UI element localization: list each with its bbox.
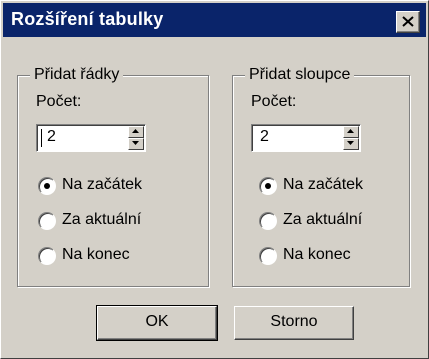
columns-radio-end[interactable] bbox=[259, 247, 277, 265]
close-button[interactable] bbox=[396, 11, 420, 33]
rows-count-decrement[interactable] bbox=[128, 138, 144, 150]
columns-count-decrement[interactable] bbox=[343, 138, 359, 150]
rows-radio-end[interactable] bbox=[38, 247, 56, 265]
window-title: Rozšíření tabulky bbox=[11, 9, 164, 29]
add-rows-group: Přidat řádky Počet: 2 Na začátek Za aktu… bbox=[17, 65, 209, 287]
add-columns-group: Přidat sloupce Počet: 2 Na začátek Za ak… bbox=[232, 65, 410, 287]
rows-count-label: Počet: bbox=[36, 93, 82, 110]
columns-count-input[interactable]: 2 bbox=[260, 128, 269, 146]
columns-radio-current[interactable] bbox=[259, 212, 277, 230]
radio-selected-dot bbox=[265, 183, 271, 189]
rows-count-spinner[interactable]: 2 bbox=[36, 124, 146, 152]
columns-radio-start-label[interactable]: Na začátek bbox=[283, 175, 363, 195]
rows-radio-current[interactable] bbox=[38, 212, 56, 230]
dialog-window: Rozšíření tabulky Přidat řádky Počet: 2 … bbox=[0, 0, 429, 359]
title-bar[interactable]: Rozšíření tabulky bbox=[3, 3, 426, 37]
cancel-button[interactable]: Storno bbox=[234, 306, 354, 340]
columns-radio-current-label[interactable]: Za aktuální bbox=[283, 210, 362, 230]
arrow-up-icon bbox=[132, 129, 139, 133]
columns-radio-start[interactable] bbox=[259, 177, 277, 195]
rows-radio-start[interactable] bbox=[38, 177, 56, 195]
text-caret bbox=[41, 129, 42, 147]
arrow-down-icon bbox=[132, 141, 139, 145]
rows-radio-start-label[interactable]: Na začátek bbox=[62, 175, 142, 195]
close-icon bbox=[402, 16, 414, 27]
add-rows-group-title: Přidat řádky bbox=[30, 65, 124, 85]
arrow-up-icon bbox=[347, 129, 354, 133]
columns-count-spinner[interactable]: 2 bbox=[251, 124, 361, 152]
rows-radio-end-label[interactable]: Na konec bbox=[62, 245, 130, 265]
columns-count-label: Počet: bbox=[251, 93, 297, 110]
rows-count-increment[interactable] bbox=[128, 126, 144, 138]
rows-radio-current-label[interactable]: Za aktuální bbox=[62, 210, 141, 230]
add-columns-group-title: Přidat sloupce bbox=[245, 65, 355, 85]
columns-count-increment[interactable] bbox=[343, 126, 359, 138]
rows-count-input[interactable]: 2 bbox=[47, 128, 56, 146]
ok-button[interactable]: OK bbox=[96, 305, 218, 341]
arrow-down-icon bbox=[347, 141, 354, 145]
columns-radio-end-label[interactable]: Na konec bbox=[283, 245, 351, 265]
radio-selected-dot bbox=[44, 183, 50, 189]
